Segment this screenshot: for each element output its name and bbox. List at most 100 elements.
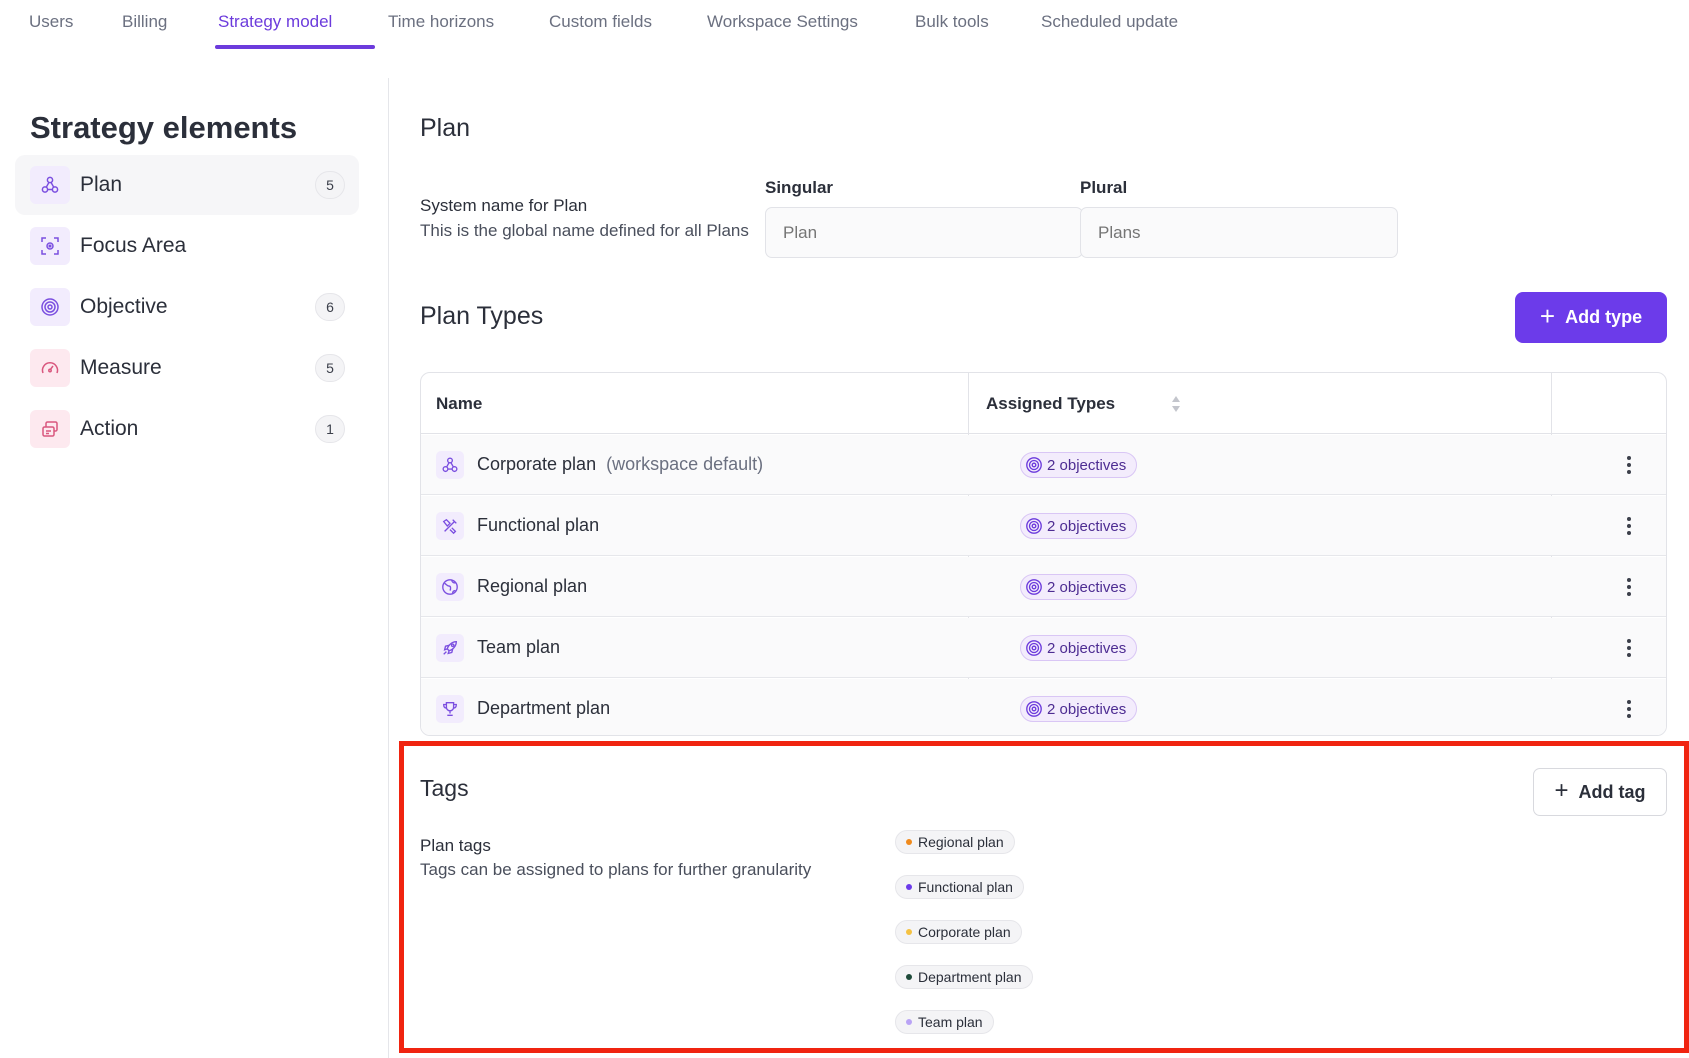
add-tag-label: Add tag [1578,781,1646,802]
tag-chip[interactable]: Department plan [895,965,1033,989]
table-row[interactable]: Functional plan 2 objectives [421,496,1666,556]
active-tab-indicator [215,45,375,49]
tag-color-dot [906,929,912,935]
objective-icon [30,288,70,326]
row-menu-icon[interactable] [1617,575,1641,599]
rocket-icon [436,634,464,662]
trophy-icon [436,695,464,723]
objective-icon [1026,518,1042,534]
tags-heading: Tags [420,775,469,801]
plan-type-name: Corporate plan (workspace default) [477,454,763,475]
plan-heading: Plan [420,114,471,142]
sidebar-item-label: Objective [80,295,168,318]
sidebar-item-action[interactable]: Action 1 [15,399,359,459]
sidebar-item-label: Action [80,417,139,440]
tab-strategy-model[interactable]: Strategy model [218,12,332,32]
assigned-types-badge[interactable]: 2 objectives [1020,635,1138,661]
assigned-types-label: 2 objectives [1047,639,1127,657]
table-row[interactable]: Corporate plan (workspace default) 2 obje… [421,435,1666,495]
settings-tabs: Users Billing Strategy model Time horizo… [0,0,1689,50]
tag-label: Corporate plan [918,924,1011,940]
table-row[interactable]: Department plan 2 objectives [421,679,1666,735]
system-name-description: This is the global name defined for all … [420,221,749,240]
assigned-types-badge[interactable]: 2 objectives [1020,513,1138,539]
plus-icon: + [1554,777,1569,804]
add-tag-button[interactable]: + Add tag [1533,768,1667,816]
singular-input[interactable] [765,207,1083,258]
tab-workspace-settings[interactable]: Workspace Settings [707,12,858,32]
plan-icon [436,451,464,479]
tools-icon [436,512,464,540]
plan-types-table: Name Assigned Types Corporate plan (works… [420,372,1667,736]
plan-type-label: Corporate plan [477,454,597,474]
tag-chip[interactable]: Corporate plan [895,920,1022,944]
tab-users[interactable]: Users [29,12,73,32]
assigned-types-badge[interactable]: 2 objectives [1020,696,1138,722]
tag-color-dot [906,974,912,980]
tag-chip[interactable]: Team plan [895,1010,994,1034]
objective-icon [1026,640,1042,656]
sidebar-divider [388,78,389,1058]
column-header-name[interactable]: Name [436,394,482,414]
table-row[interactable]: Regional plan 2 objectives [421,557,1666,617]
add-type-button[interactable]: + Add type [1515,292,1667,343]
assigned-types-label: 2 objectives [1047,700,1127,718]
assigned-types-label: 2 objectives [1047,456,1127,474]
sort-icon[interactable] [1170,393,1182,420]
tag-chip[interactable]: Functional plan [895,875,1024,899]
system-name-title: System name for Plan [420,196,588,215]
singular-label: Singular [765,178,834,197]
gauge-icon [30,349,70,387]
plural-label: Plural [1080,178,1128,197]
plan-tags-description: Tags can be assigned to plans for furthe… [420,860,812,879]
sidebar-item-label: Plan [80,173,123,196]
row-menu-icon[interactable] [1617,453,1641,477]
tag-label: Team plan [918,1014,983,1030]
tab-scheduled-update[interactable]: Scheduled update [1041,12,1178,32]
sidebar-item-focus-area[interactable]: Focus Area [15,216,359,276]
default-suffix: (workspace default) [606,454,764,474]
assigned-types-badge[interactable]: 2 objectives [1020,452,1138,478]
tag-label: Regional plan [918,834,1004,850]
table-row[interactable]: Team plan 2 objectives [421,618,1666,678]
tags-highlight-frame [399,741,1689,1053]
count-badge: 6 [315,293,345,321]
column-header-assigned-types[interactable]: Assigned Types [986,394,1115,414]
plan-type-name: Department plan [477,698,611,718]
tab-bulk-tools[interactable]: Bulk tools [915,12,989,32]
assigned-types-label: 2 objectives [1047,578,1127,596]
sidebar-item-label: Measure [80,356,162,379]
tab-time-horizons[interactable]: Time horizons [388,12,494,32]
plan-icon [30,166,70,204]
objective-icon [1026,579,1042,595]
globe-icon [436,573,464,601]
tag-color-dot [906,1019,912,1025]
row-menu-icon[interactable] [1617,697,1641,721]
focus-icon [30,227,70,265]
table-header: Name Assigned Types [421,373,1666,434]
tab-custom-fields[interactable]: Custom fields [549,12,652,32]
plan-type-name: Functional plan [477,515,600,535]
objective-icon [1026,457,1042,473]
plan-tags-title: Plan tags [420,836,491,855]
add-type-label: Add type [1565,307,1643,327]
tab-billing[interactable]: Billing [122,12,167,32]
tag-chip[interactable]: Regional plan [895,830,1015,854]
sidebar-item-objective[interactable]: Objective 6 [15,277,359,337]
row-menu-icon[interactable] [1617,514,1641,538]
row-menu-icon[interactable] [1617,636,1641,660]
sidebar-item-measure[interactable]: Measure 5 [15,338,359,398]
assigned-types-badge[interactable]: 2 objectives [1020,574,1138,600]
tag-color-dot [906,884,912,890]
count-badge: 5 [315,171,345,199]
assigned-types-label: 2 objectives [1047,517,1127,535]
plan-type-name: Regional plan [477,576,588,596]
sidebar-title: Strategy elements [30,110,298,145]
sidebar-item-plan[interactable]: Plan 5 [15,155,359,215]
plural-input[interactable] [1080,207,1398,258]
sidebar-item-label: Focus Area [80,234,187,257]
tag-label: Functional plan [918,879,1013,895]
count-badge: 1 [315,415,345,443]
plan-types-heading: Plan Types [420,302,544,330]
plan-type-name: Team plan [477,637,561,657]
